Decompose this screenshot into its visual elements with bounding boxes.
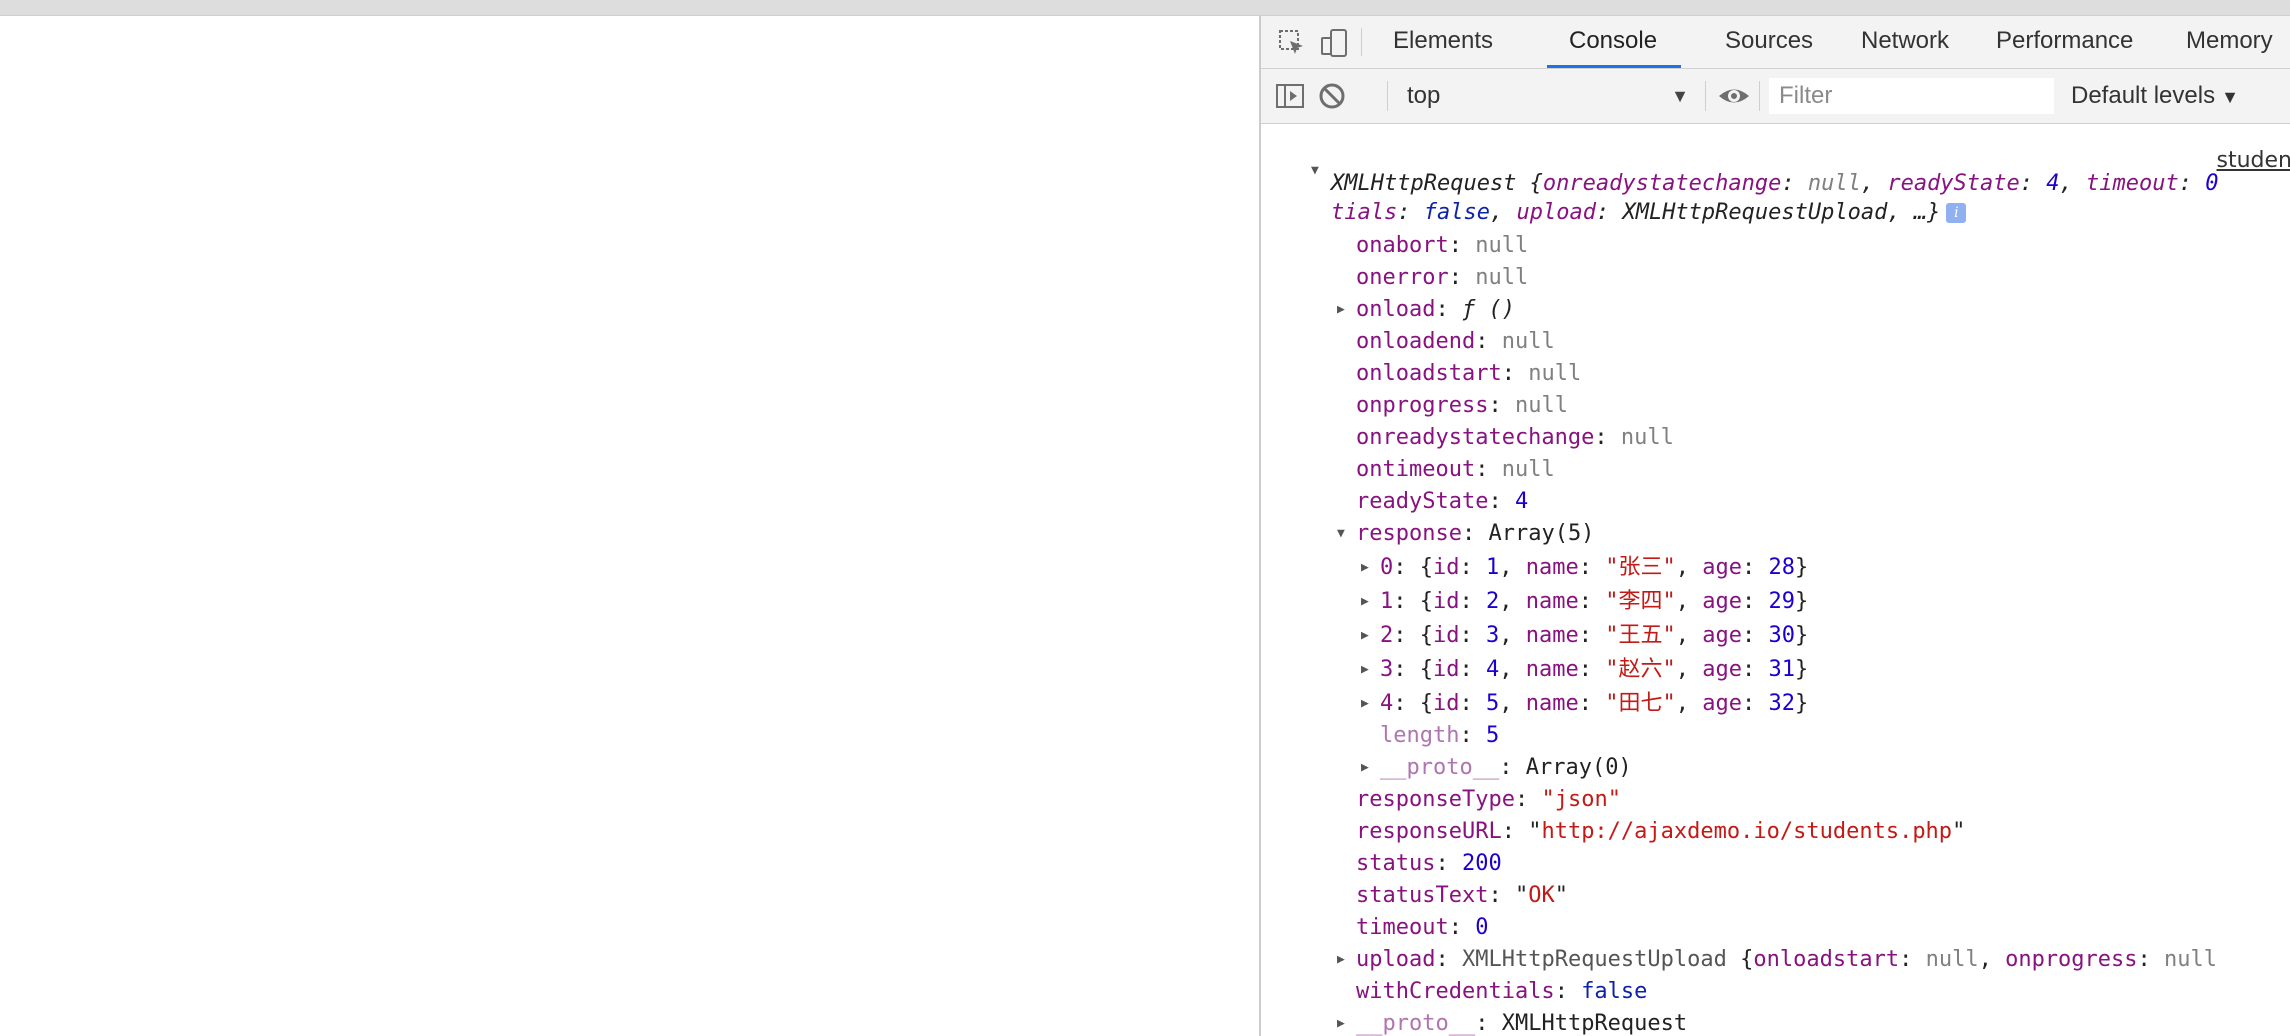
tab-performance[interactable]: Performance — [1974, 16, 2155, 68]
expand-triangle-icon[interactable]: ▶ — [1361, 553, 1369, 583]
log-levels-label: Default levels — [2071, 82, 2216, 109]
prop-timeout: timeout: 0 — [1356, 915, 1489, 940]
console-toolbar: top ▼ Default levels▼ — [1261, 69, 2290, 124]
prop-response[interactable]: response: Array(5) — [1356, 519, 1594, 549]
inspect-element-icon[interactable] — [1275, 26, 1309, 60]
expand-triangle-icon[interactable]: ▼ — [1311, 156, 1319, 186]
expand-triangle-icon[interactable]: ▶ — [1361, 621, 1369, 651]
prop-onerror: onerror: null — [1356, 265, 1529, 290]
expand-triangle-icon[interactable]: ▶ — [1361, 587, 1369, 617]
dropdown-arrow-icon: ▼ — [1671, 86, 1689, 106]
prop-responsetype: responseType: "json" — [1356, 787, 1621, 812]
device-toolbar-icon[interactable] — [1317, 26, 1351, 60]
object-summary-line2[interactable]: tials: false, upload: XMLHttpRequestUplo… — [1331, 198, 1967, 228]
sidebar-toggle-icon[interactable] — [1273, 79, 1307, 113]
tab-sources[interactable]: Sources — [1703, 16, 1835, 68]
browser-top-strip — [0, 0, 2290, 16]
prop-responseurl: responseURL: "http://ajaxdemo.io/student… — [1356, 819, 1966, 844]
prop-upload[interactable]: upload: XMLHttpRequestUpload {onloadstar… — [1356, 945, 2217, 975]
expand-triangle-icon[interactable]: ▼ — [1337, 519, 1345, 549]
toolbar-separator — [1759, 81, 1760, 111]
prop-readystate: readyState: 4 — [1356, 489, 1529, 514]
object-summary-line1[interactable]: XMLHttpRequest {onreadystatechange: null… — [1331, 169, 2219, 199]
list-item[interactable]: 4: {id: 5, name: "田七", age: 32} — [1380, 689, 1808, 719]
prop-onprogress: onprogress: null — [1356, 393, 1568, 418]
expand-triangle-icon[interactable]: ▶ — [1361, 689, 1369, 719]
prop-array-proto[interactable]: __proto__: Array(0) — [1380, 753, 1632, 783]
expand-triangle-icon[interactable]: ▶ — [1337, 1009, 1345, 1036]
devtools-panel: Elements Console Sources Network Perform… — [1259, 16, 2290, 1036]
prop-onload[interactable]: onload: ƒ () — [1356, 295, 1515, 325]
expand-triangle-icon[interactable]: ▶ — [1337, 295, 1345, 325]
prop-withcredentials: withCredentials: false — [1356, 979, 1648, 1004]
prop-onabort: onabort: null — [1356, 233, 1529, 258]
tab-elements[interactable]: Elements — [1371, 16, 1515, 68]
toolbar-separator — [1705, 81, 1706, 111]
prop-status: status: 200 — [1356, 851, 1502, 876]
info-icon[interactable]: i — [1946, 203, 1967, 223]
context-value: top — [1407, 82, 1441, 109]
prop-onreadystatechange: onreadystatechange: null — [1356, 425, 1674, 450]
dropdown-arrow-icon: ▼ — [2221, 87, 2239, 107]
source-link[interactable]: studen — [2217, 148, 2290, 173]
list-item[interactable]: 1: {id: 2, name: "李四", age: 29} — [1380, 587, 1808, 617]
eye-icon[interactable] — [1717, 79, 1751, 113]
prop-onloadend: onloadend: null — [1356, 329, 1555, 354]
prop-statustext: statusText: "OK" — [1356, 883, 1568, 908]
clear-console-icon[interactable] — [1315, 79, 1349, 113]
list-item[interactable]: 3: {id: 4, name: "赵六", age: 31} — [1380, 655, 1808, 685]
prop-onloadstart: onloadstart: null — [1356, 361, 1582, 386]
list-item[interactable]: 0: {id: 1, name: "张三", age: 28} — [1380, 553, 1808, 583]
toolbar-separator — [1387, 81, 1388, 111]
console-output: studen ▼ XMLHttpRequest {onreadystatecha… — [1261, 124, 2290, 1036]
prop-proto[interactable]: __proto__: XMLHttpRequest — [1356, 1009, 1687, 1036]
devtools-tabbar: Elements Console Sources Network Perform… — [1261, 16, 2290, 69]
list-item[interactable]: 2: {id: 3, name: "王五", age: 30} — [1380, 621, 1808, 651]
expand-triangle-icon[interactable]: ▶ — [1361, 753, 1369, 783]
context-selector[interactable]: top ▼ — [1403, 77, 1697, 115]
filter-input[interactable] — [1769, 78, 2054, 114]
log-levels-dropdown[interactable]: Default levels ▼ — [2071, 77, 2239, 115]
tab-memory[interactable]: Memory — [2164, 16, 2290, 68]
prop-ontimeout: ontimeout: null — [1356, 457, 1555, 482]
prop-length: length: 5 — [1380, 723, 1500, 748]
expand-triangle-icon[interactable]: ▶ — [1337, 945, 1345, 975]
expand-triangle-icon[interactable]: ▶ — [1361, 655, 1369, 685]
tab-network[interactable]: Network — [1839, 16, 1971, 68]
tab-console[interactable]: Console — [1547, 16, 1681, 68]
page-viewport — [0, 16, 1258, 1036]
tabbar-separator — [1361, 28, 1362, 56]
